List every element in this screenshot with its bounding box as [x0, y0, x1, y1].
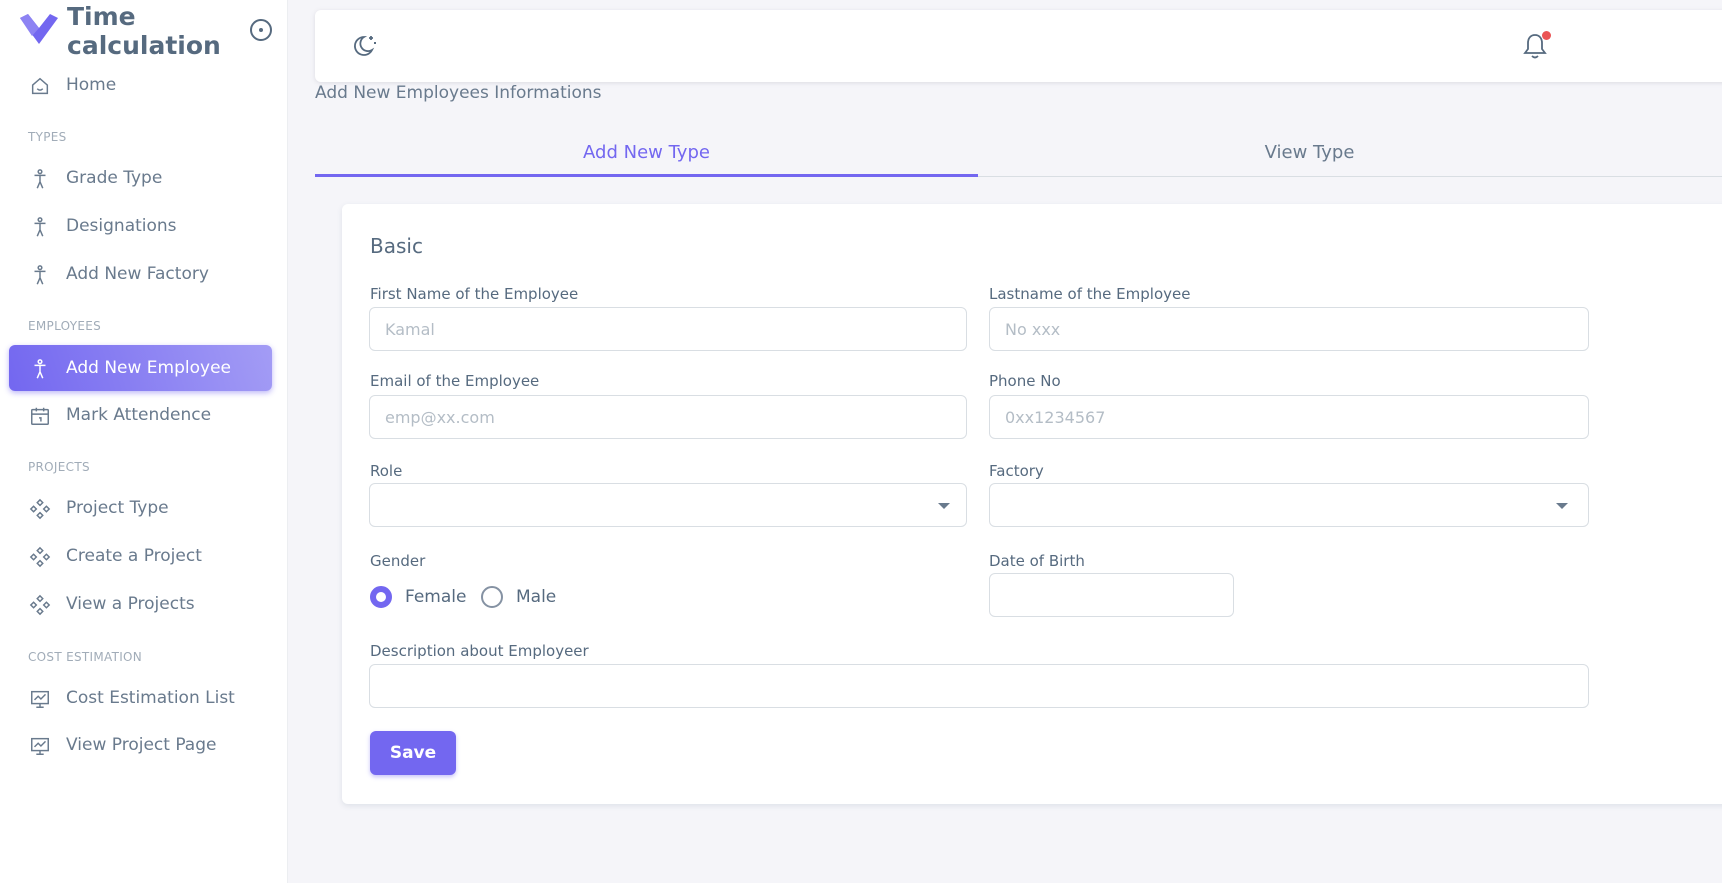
phone-input[interactable] [989, 395, 1589, 439]
sidebar-item-label: View a Projects [66, 594, 195, 614]
sidebar-item-label: Grade Type [66, 168, 163, 188]
email-input[interactable] [369, 395, 967, 439]
tab-bar: Add New Type View Type [315, 133, 1722, 177]
brand[interactable]: Time calculation [20, 2, 288, 64]
gender-male-radio[interactable] [481, 586, 503, 608]
gender-female-label: Female [405, 587, 467, 607]
sidebar-item-designations[interactable]: Designations [9, 203, 272, 249]
components-icon [29, 594, 51, 616]
top-navbar [315, 10, 1722, 82]
sidebar-item-cost-estimation-list[interactable]: Cost Estimation List [9, 675, 272, 721]
factory-select[interactable] [989, 483, 1589, 527]
tab-view-type[interactable]: View Type [978, 133, 1641, 177]
last-name-input[interactable] [989, 307, 1589, 351]
person-icon [34, 265, 46, 285]
tab-add-new-type[interactable]: Add New Type [315, 133, 978, 177]
sidebar-item-label: Mark Attendence [66, 405, 212, 425]
chevron-down-icon [938, 503, 950, 509]
chart-board-icon [31, 737, 49, 755]
sidebar-item-label: View Project Page [66, 735, 217, 755]
logo-icon [20, 14, 58, 44]
sidebar-item-add-new-factory[interactable]: Add New Factory [9, 251, 272, 297]
employee-form-card: Basic First Name of the Employee Lastnam… [342, 204, 1722, 804]
role-label: Role [370, 462, 403, 480]
sidebar-item-label: Project Type [66, 498, 169, 518]
phone-label: Phone No [989, 372, 1061, 390]
sidebar-item-label: Add New Employee [66, 358, 231, 378]
collapse-sidebar-icon[interactable] [250, 19, 272, 41]
sidebar-item-view-project-page[interactable]: View Project Page [9, 722, 272, 768]
sidebar-item-create-a-project[interactable]: Create a Project [9, 533, 272, 579]
sidebar-item-label: Cost Estimation List [66, 688, 235, 708]
sidebar-item-label: Add New Factory [66, 264, 209, 284]
description-input[interactable] [369, 664, 1589, 708]
components-icon [29, 498, 51, 520]
sidebar-item-mark-attendence[interactable]: Mark Attendence [9, 392, 272, 438]
role-select[interactable] [369, 483, 967, 527]
section-label-cost-estimation: COST ESTIMATION [28, 650, 143, 664]
sidebar-item-home[interactable]: Home [9, 62, 272, 108]
first-name-input[interactable] [369, 307, 967, 351]
chart-board-icon [31, 690, 49, 708]
first-name-label: First Name of the Employee [370, 285, 579, 303]
factory-label: Factory [989, 462, 1044, 480]
sidebar-item-project-type[interactable]: Project Type [9, 485, 272, 531]
gender-label: Gender [370, 552, 426, 570]
section-label-types: TYPES [28, 130, 67, 144]
person-icon [34, 359, 46, 379]
last-name-label: Lastname of the Employee [989, 285, 1191, 303]
home-icon [31, 77, 49, 95]
sidebar-item-label: Home [66, 75, 117, 95]
sidebar-item-grade-type[interactable]: Grade Type [9, 155, 272, 201]
moon-icon[interactable] [352, 32, 380, 60]
email-label: Email of the Employee [370, 372, 540, 390]
sidebar-item-label: Create a Project [66, 546, 202, 566]
chevron-down-icon [1556, 503, 1568, 509]
gender-female-radio[interactable] [370, 586, 392, 608]
components-icon [29, 546, 51, 568]
section-label-employees: EMPLOYEES [28, 319, 102, 333]
dob-label: Date of Birth [989, 552, 1085, 570]
sidebar: Time calculation Home TYPES Grade Type D… [0, 0, 288, 883]
save-button[interactable]: Save [370, 731, 456, 775]
description-label: Description about Employeer [370, 642, 589, 660]
sidebar-item-label: Designations [66, 216, 177, 236]
notification-badge [1542, 31, 1551, 40]
page-heading: Add New Employees Informations [315, 83, 602, 103]
sidebar-item-view-a-projects[interactable]: View a Projects [9, 581, 272, 627]
sidebar-item-add-new-employee[interactable]: Add New Employee [9, 345, 272, 391]
gender-male-label: Male [516, 587, 557, 607]
section-label-projects: PROJECTS [28, 460, 90, 474]
dob-input[interactable] [989, 573, 1234, 617]
form-section-title: Basic [370, 234, 423, 258]
person-icon [34, 217, 46, 237]
calendar-icon [31, 407, 49, 425]
person-icon [34, 169, 46, 189]
